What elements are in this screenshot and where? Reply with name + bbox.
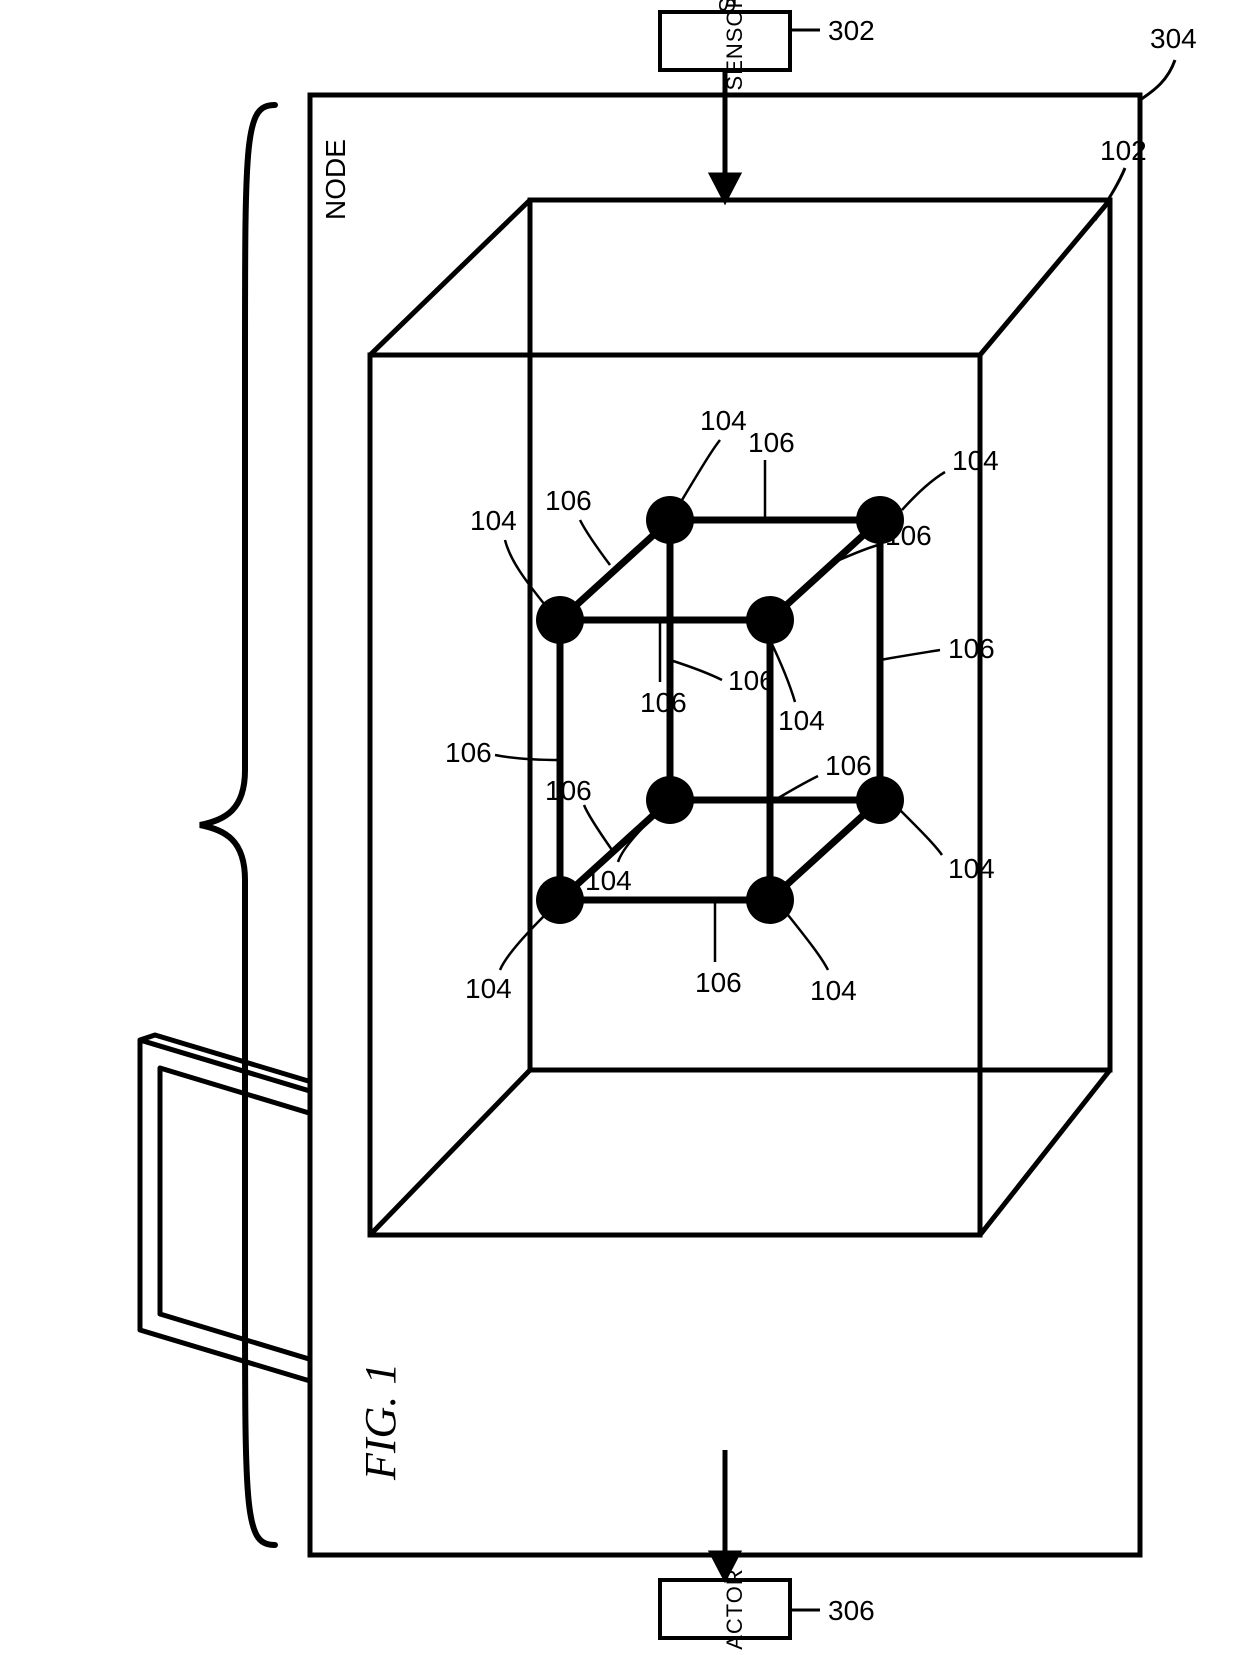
svg-text:104: 104 [952,445,999,476]
svg-text:106: 106 [825,750,872,781]
svg-text:106: 106 [545,485,592,516]
figure-caption: FIG. 1 [356,1363,405,1481]
sensor-ref-label: 302 [828,15,875,46]
node-ref: 304 [1140,23,1197,100]
svg-text:104: 104 [810,975,857,1006]
svg-text:104: 104 [465,973,512,1004]
node-ref-label: 304 [1150,23,1197,54]
svg-text:106: 106 [445,737,492,768]
svg-text:106: 106 [948,633,995,664]
svg-text:104: 104 [948,853,995,884]
outer-cube-ref-label: 102 [1100,135,1147,166]
svg-text:104: 104 [700,405,747,436]
svg-text:106: 106 [545,775,592,806]
svg-text:104: 104 [778,705,825,736]
svg-text:106: 106 [728,665,775,696]
figure-1: 100 NODE 304 SENSOR SENSOR 302 ACTOR [0,0,1240,1655]
svg-text:106: 106 [885,520,932,551]
actor-ref: 306 [790,1595,875,1626]
svg-text:106: 106 [640,687,687,718]
svg-text:104: 104 [585,865,632,896]
svg-text:106: 106 [748,427,795,458]
svg-text:106: 106 [695,967,742,998]
svg-text:104: 104 [470,505,517,536]
node-label: NODE [320,139,351,220]
sensor-ref: 302 [790,15,875,46]
actor-ref-label: 306 [828,1595,875,1626]
